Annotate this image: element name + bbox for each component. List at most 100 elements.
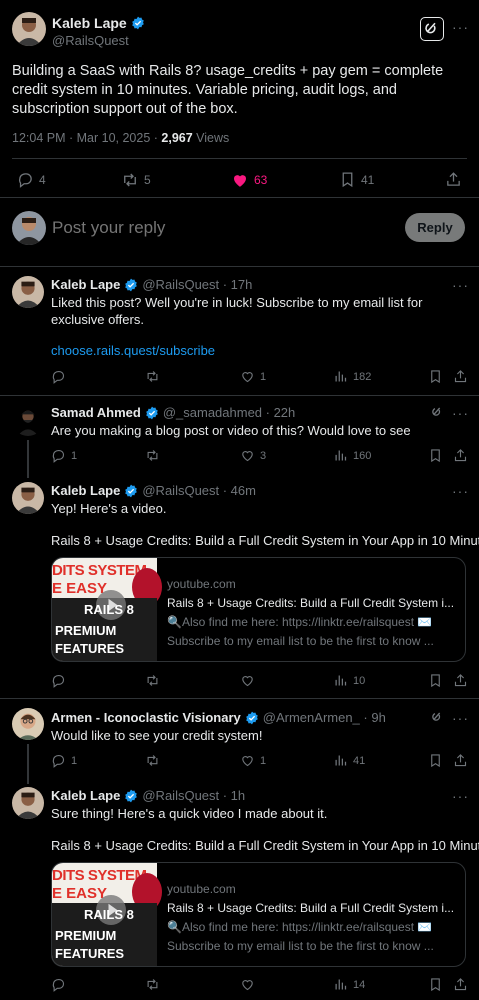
reply-handle[interactable]: @RailsQuest · 1h bbox=[142, 788, 245, 803]
reply-avatar[interactable] bbox=[12, 404, 44, 436]
thumb-features: FEATURES bbox=[55, 641, 125, 656]
reply-input[interactable] bbox=[52, 214, 382, 242]
grok-icon[interactable] bbox=[429, 709, 445, 725]
bookmark-action[interactable] bbox=[428, 977, 443, 992]
verified-badge-icon bbox=[246, 711, 258, 724]
like-action[interactable]: 3 bbox=[240, 448, 266, 463]
repost-action[interactable] bbox=[145, 977, 165, 992]
repost-icon bbox=[147, 979, 158, 990]
reply-author[interactable]: Kaleb Lape bbox=[51, 483, 120, 498]
grok-icon[interactable] bbox=[420, 17, 444, 41]
heart-icon bbox=[242, 372, 253, 383]
reply-handle[interactable]: @_samadahmed · 22h bbox=[163, 405, 295, 420]
views-action[interactable]: 160 bbox=[333, 448, 371, 463]
my-avatar[interactable] bbox=[12, 211, 46, 245]
like-action[interactable]: 1 bbox=[240, 369, 266, 384]
reply-avatar[interactable] bbox=[12, 708, 44, 740]
share-action[interactable] bbox=[453, 673, 468, 688]
bookmark-icon bbox=[431, 754, 440, 768]
like-action[interactable] bbox=[240, 673, 260, 688]
repost-action[interactable] bbox=[145, 369, 165, 384]
more-options-icon[interactable]: ··· bbox=[452, 405, 469, 421]
reply-author[interactable]: Samad Ahmed bbox=[51, 405, 141, 420]
reply-handle[interactable]: @ArmenArmen_ · 9h bbox=[263, 710, 386, 725]
post-timestamp[interactable]: 12:04 PM · Mar 10, 2025 · bbox=[12, 131, 161, 145]
reply-handle[interactable]: @RailsQuest · 46m bbox=[142, 483, 256, 498]
share-action[interactable] bbox=[453, 977, 468, 992]
video-thumbnail[interactable]: DITS SYSTEM E EASY RAILS 8 PREMIUM FEATU… bbox=[52, 558, 162, 661]
reply-avatar[interactable] bbox=[12, 276, 44, 308]
reply-author[interactable]: Kaleb Lape bbox=[51, 277, 120, 292]
grok-icon[interactable] bbox=[429, 404, 445, 420]
reply-header: Kaleb Lape @RailsQuest · 1h bbox=[51, 788, 245, 803]
views-action[interactable]: 41 bbox=[333, 753, 365, 768]
link-card[interactable]: DITS SYSTEM E EASY RAILS 8 PREMIUM FEATU… bbox=[51, 862, 466, 967]
share-action[interactable] bbox=[453, 448, 468, 463]
reply-action[interactable] bbox=[51, 673, 71, 688]
reply-text: Liked this post? Well you're in luck! Su… bbox=[51, 295, 423, 327]
share-action[interactable] bbox=[453, 753, 468, 768]
verified-badge-icon bbox=[146, 406, 158, 419]
reply-header: Armen - Iconoclastic Visionary @ArmenArm… bbox=[51, 710, 386, 725]
reply-action[interactable]: 1 bbox=[51, 753, 77, 768]
repost-icon bbox=[147, 675, 158, 686]
repost-action[interactable] bbox=[145, 753, 165, 768]
bookmark-action[interactable] bbox=[428, 753, 443, 768]
analytics-icon bbox=[335, 450, 347, 461]
thumb-premium: PREMIUM bbox=[55, 928, 117, 943]
views-action[interactable]: 14 bbox=[333, 977, 365, 992]
like-action[interactable]: 63 bbox=[231, 171, 267, 189]
repost-action[interactable] bbox=[145, 673, 165, 688]
author-name[interactable]: Kaleb Lape bbox=[52, 15, 127, 31]
more-options-icon[interactable]: ··· bbox=[452, 483, 469, 499]
more-options-icon[interactable]: ··· bbox=[452, 710, 469, 726]
reply-action[interactable] bbox=[51, 369, 71, 384]
author-handle[interactable]: @RailsQuest bbox=[52, 33, 129, 48]
views-action[interactable]: 182 bbox=[333, 369, 371, 384]
video-thumbnail[interactable]: DITS SYSTEM E EASY RAILS 8 PREMIUM FEATU… bbox=[52, 863, 162, 966]
reply-action[interactable] bbox=[51, 977, 71, 992]
like-action[interactable] bbox=[240, 977, 260, 992]
reply-action[interactable]: 4 bbox=[17, 171, 46, 188]
subscribe-link[interactable]: choose.rails.quest/subscribe bbox=[51, 342, 215, 359]
card-title: Rails 8 + Usage Credits: Build a Full Cr… bbox=[167, 596, 455, 610]
post-text: Building a SaaS with Rails 8? usage_cred… bbox=[12, 63, 444, 117]
bookmark-action[interactable] bbox=[428, 369, 443, 384]
reply-icon bbox=[52, 978, 65, 992]
bookmark-action[interactable]: 41 bbox=[339, 171, 374, 188]
like-count: 3 bbox=[260, 449, 267, 462]
card-description: 🔍Also find me here: https://linktr.ee/ra… bbox=[167, 920, 433, 934]
repost-action[interactable]: 5 bbox=[121, 171, 151, 189]
reply-author[interactable]: Kaleb Lape bbox=[51, 788, 120, 803]
bookmark-action[interactable] bbox=[428, 673, 443, 688]
reply-handle[interactable]: @RailsQuest · 17h bbox=[142, 277, 252, 292]
reply-author[interactable]: Armen - Iconoclastic Visionary bbox=[51, 710, 241, 725]
views-action[interactable]: 10 bbox=[333, 673, 365, 688]
author-avatar[interactable] bbox=[12, 12, 46, 46]
reply-header: Samad Ahmed @_samadahmed · 22h bbox=[51, 405, 295, 420]
views-count: 182 bbox=[353, 370, 372, 383]
repost-icon bbox=[124, 173, 136, 187]
heart-icon bbox=[242, 980, 253, 991]
link-card[interactable]: DITS SYSTEM E EASY RAILS 8 PREMIUM FEATU… bbox=[51, 557, 466, 662]
share-icon bbox=[454, 754, 467, 767]
bookmark-action[interactable] bbox=[428, 448, 443, 463]
more-options-icon[interactable]: ··· bbox=[452, 19, 469, 35]
reply-button[interactable]: Reply bbox=[405, 213, 465, 242]
reply-action[interactable]: 1 bbox=[51, 448, 77, 463]
reply-avatar[interactable] bbox=[12, 787, 44, 819]
like-count: 1 bbox=[260, 754, 267, 767]
share-action[interactable] bbox=[445, 171, 462, 188]
reply-icon bbox=[52, 370, 65, 384]
reply-avatar[interactable] bbox=[12, 482, 44, 514]
author-name-row[interactable]: Kaleb Lape bbox=[52, 15, 149, 31]
card-domain: youtube.com bbox=[167, 882, 236, 896]
reply-icon bbox=[52, 449, 65, 463]
heart-icon bbox=[242, 451, 253, 462]
share-action[interactable] bbox=[453, 369, 468, 384]
more-options-icon[interactable]: ··· bbox=[452, 788, 469, 804]
repost-icon bbox=[147, 371, 158, 382]
repost-action[interactable] bbox=[145, 448, 165, 463]
more-options-icon[interactable]: ··· bbox=[452, 277, 469, 293]
like-action[interactable]: 1 bbox=[240, 753, 266, 768]
